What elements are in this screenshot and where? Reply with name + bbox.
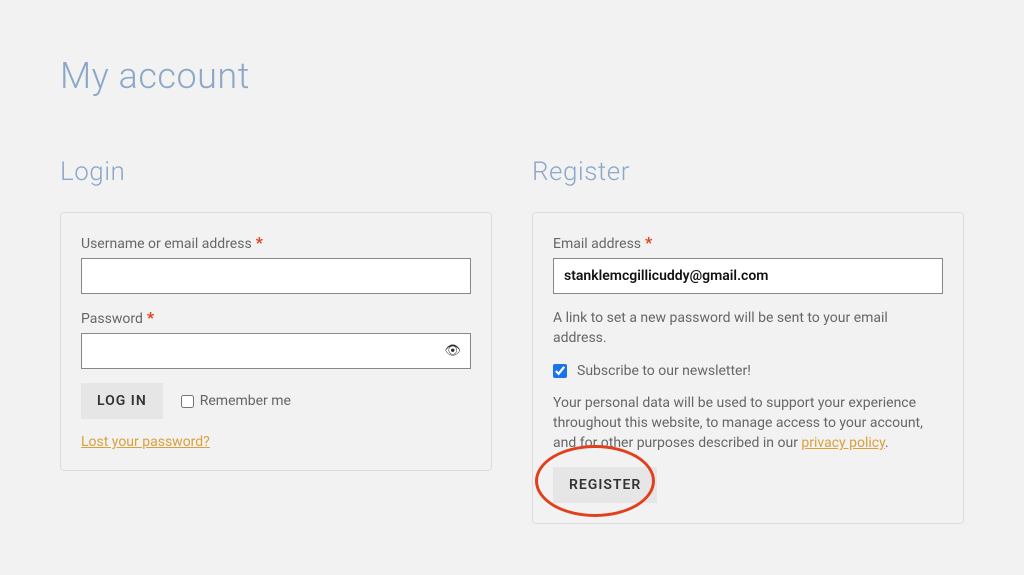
password-input[interactable] [81,333,471,369]
username-label: Username or email address [81,236,252,252]
required-mark: * [256,233,263,252]
register-button[interactable]: REGISTER [553,467,657,503]
show-password-icon[interactable]: 👁 [444,344,461,359]
newsletter-checkbox[interactable] [553,364,567,378]
remember-me-label: Remember me [200,393,291,409]
required-mark: * [147,308,154,327]
username-row: Username or email address * [81,233,471,294]
register-email-label: Email address [553,236,641,252]
login-actions: LOG IN Remember me [81,383,471,419]
login-column: Login Username or email address * Passwo… [60,157,492,524]
login-button[interactable]: LOG IN [81,383,163,419]
privacy-text: Your personal data will be used to suppo… [553,393,943,454]
password-row: Password * 👁 [81,308,471,369]
required-mark: * [645,233,652,252]
newsletter-row: Subscribe to our newsletter! [553,363,943,379]
page-title: My account [0,0,1024,97]
login-heading: Login [60,157,492,187]
register-heading: Register [532,157,964,187]
lost-password-link[interactable]: Lost your password? [81,434,210,450]
account-columns: Login Username or email address * Passwo… [0,97,1024,524]
username-input[interactable] [81,258,471,294]
register-panel: Email address * A link to set a new pass… [532,212,964,524]
privacy-text-part2: . [885,435,889,451]
register-column: Register Email address * A link to set a… [532,157,964,524]
register-email-row: Email address * [553,233,943,294]
remember-me-wrap[interactable]: Remember me [181,393,291,409]
remember-me-checkbox[interactable] [181,395,194,408]
password-label: Password [81,311,143,327]
login-panel: Username or email address * Password * 👁… [60,212,492,471]
privacy-policy-link[interactable]: privacy policy [801,435,885,451]
newsletter-label: Subscribe to our newsletter! [577,363,751,379]
register-email-input[interactable] [553,258,943,294]
password-note: A link to set a new password will be sen… [553,308,943,349]
